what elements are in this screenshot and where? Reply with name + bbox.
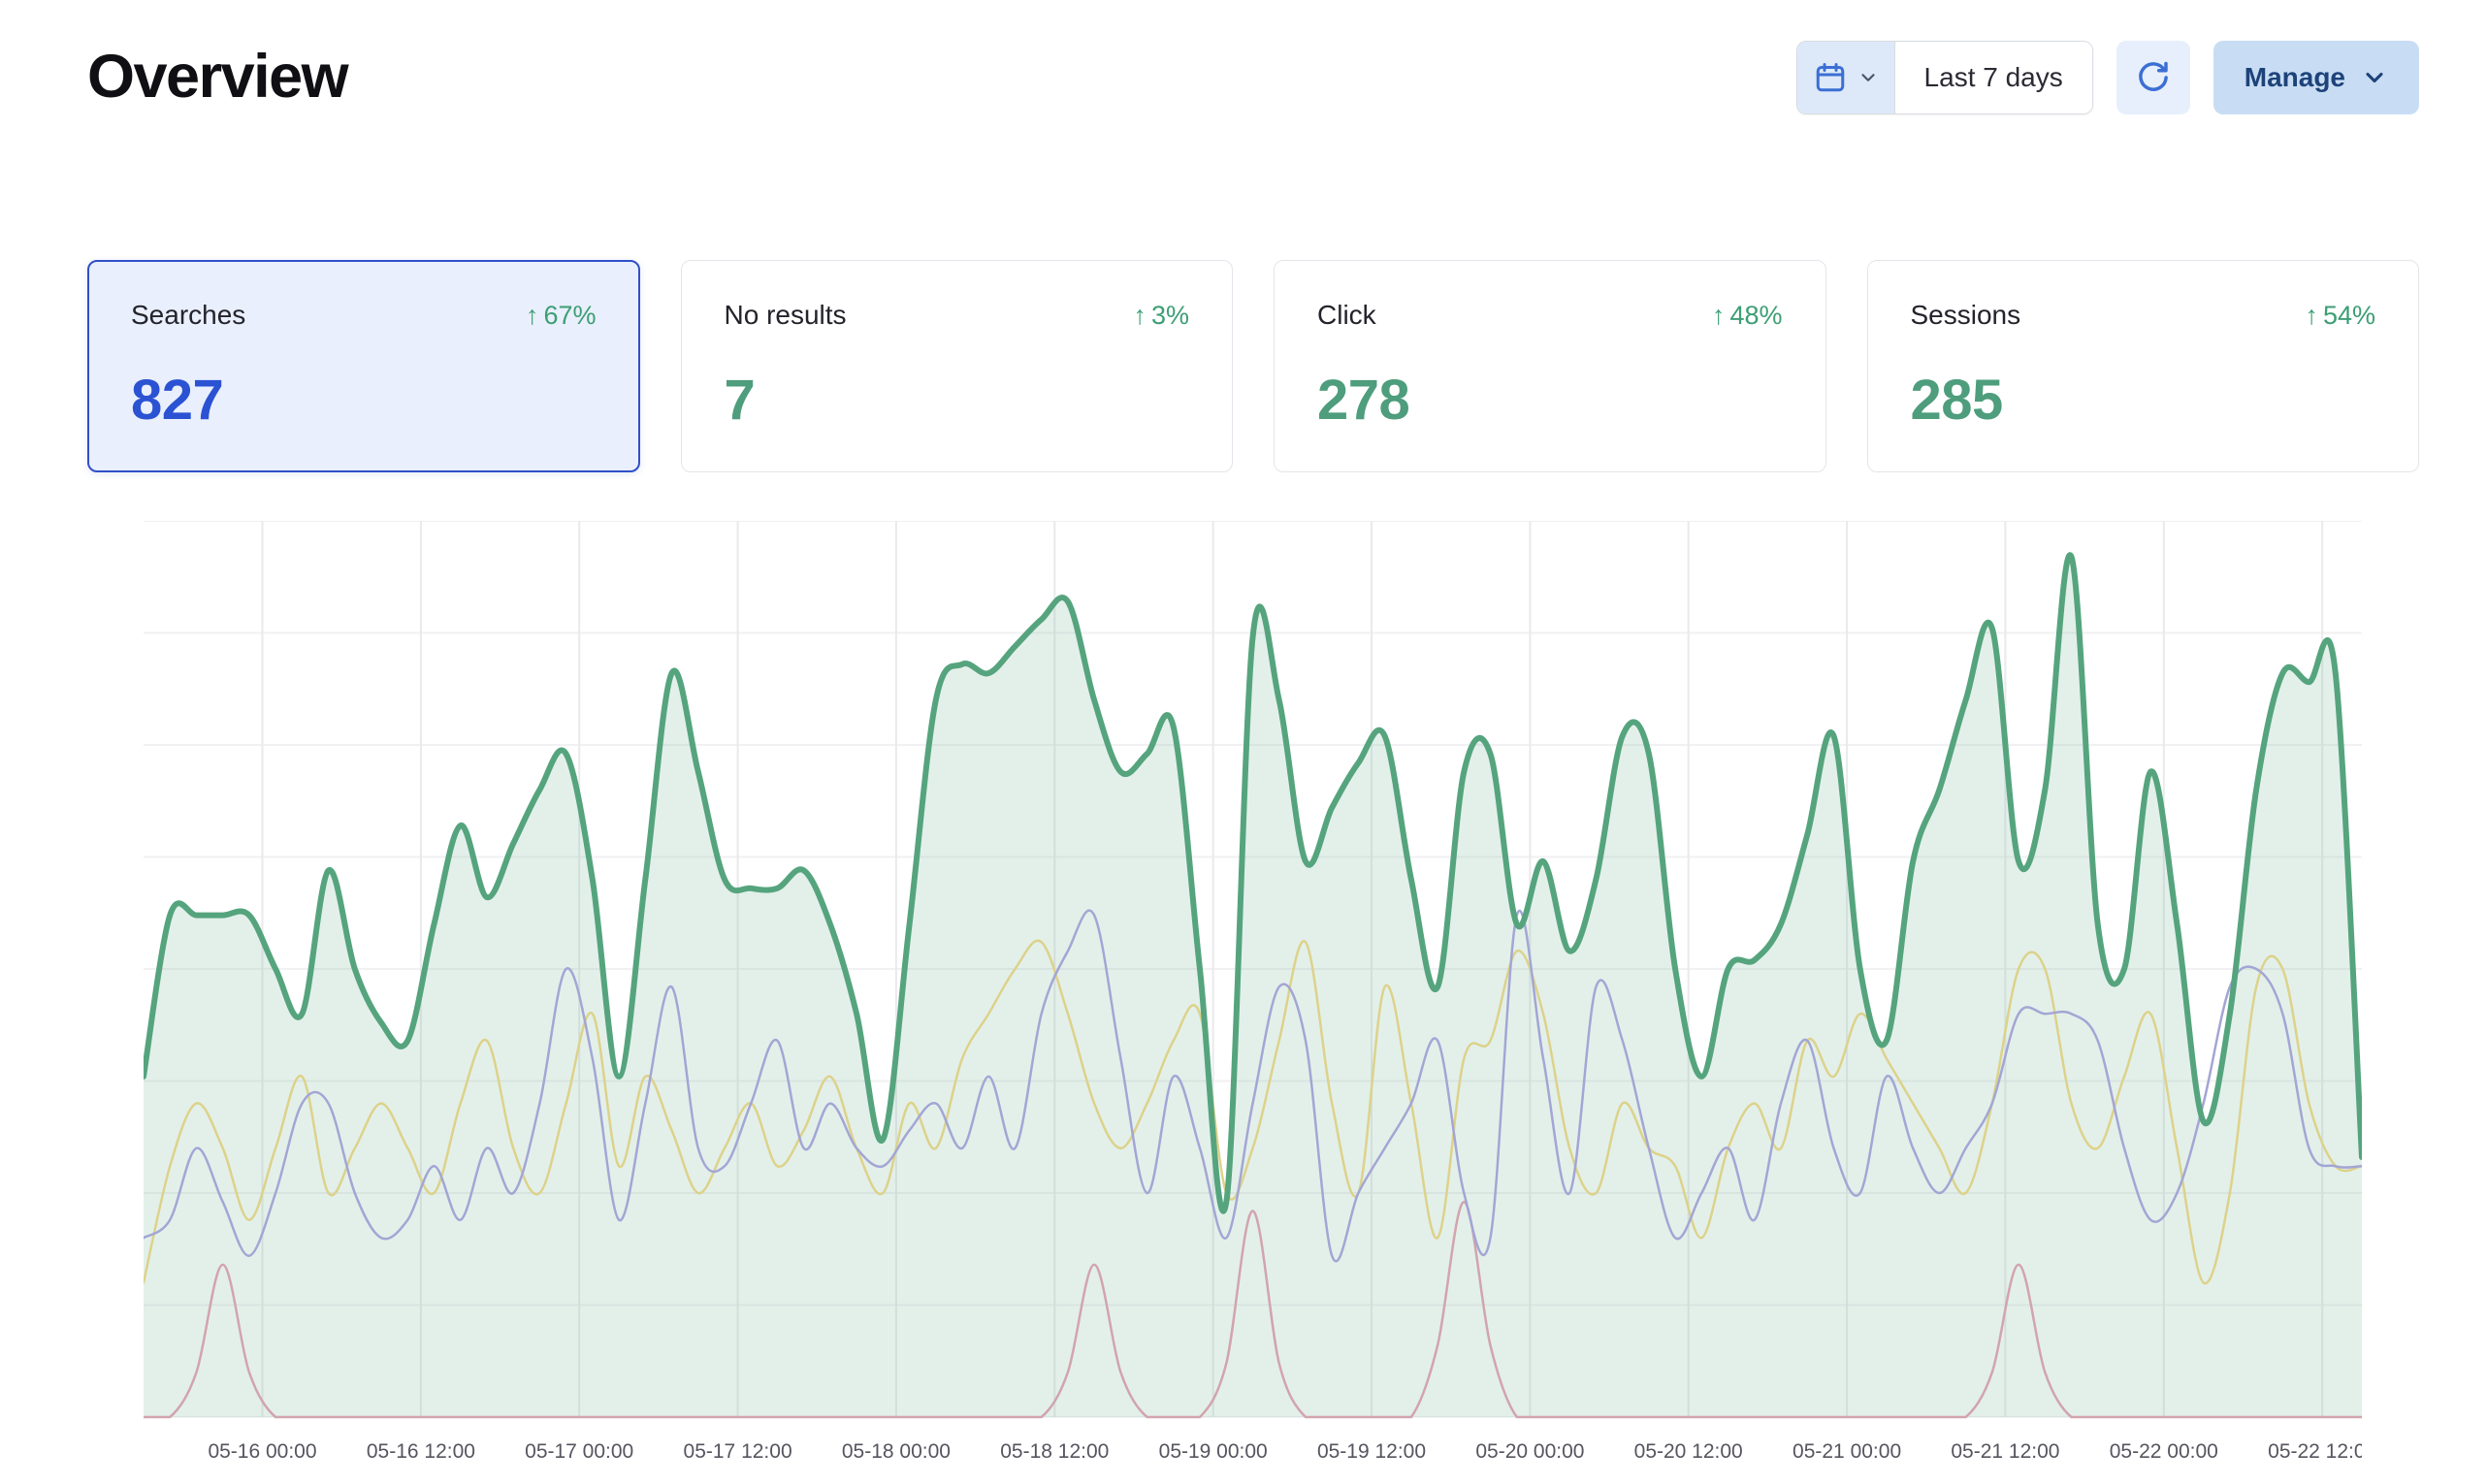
analytics-chart: 05-16 00:00 05-16 12:00 05-17 00:00 05-17 1… (144, 521, 2362, 1473)
svg-text:05-17 00:00: 05-17 00:00 (525, 1440, 633, 1463)
card-delta-value: 48% (1729, 301, 1782, 331)
card-label: No results (725, 300, 847, 331)
card-no-results[interactable]: No results ↑3% 7 (681, 260, 1234, 472)
manage-button-label: Manage (2245, 62, 2345, 93)
svg-text:05-16 00:00: 05-16 00:00 (208, 1440, 316, 1463)
svg-text:05-19 00:00: 05-19 00:00 (1159, 1440, 1268, 1463)
refresh-button[interactable] (2116, 41, 2190, 114)
calendar-button[interactable] (1797, 42, 1895, 113)
svg-text:05-21 12:00: 05-21 12:00 (1951, 1440, 2059, 1463)
manage-button[interactable]: Manage (2213, 41, 2419, 114)
date-range-picker[interactable]: Last 7 days (1796, 41, 2093, 114)
card-delta-value: 54% (2323, 301, 2375, 331)
card-click[interactable]: Click ↑48% 278 (1274, 260, 1826, 472)
card-value: 7 (725, 368, 1190, 433)
svg-text:05-21 00:00: 05-21 00:00 (1793, 1440, 1901, 1463)
card-label: Searches (131, 300, 245, 331)
card-label: Click (1317, 300, 1376, 331)
refresh-icon (2135, 59, 2172, 96)
page-title: Overview (87, 44, 347, 111)
card-delta: ↑48% (1712, 301, 1783, 331)
card-searches[interactable]: Searches ↑67% 827 (87, 260, 640, 472)
card-value: 827 (131, 368, 597, 433)
stat-cards: Searches ↑67% 827 No results ↑3% 7 Click… (87, 260, 2419, 472)
up-arrow-icon: ↑ (1133, 301, 1147, 331)
chevron-down-icon (2361, 64, 2388, 91)
svg-text:05-18 00:00: 05-18 00:00 (842, 1440, 951, 1463)
card-delta: ↑3% (1133, 301, 1189, 331)
up-arrow-icon: ↑ (1712, 301, 1726, 331)
svg-text:05-22 00:00: 05-22 00:00 (2110, 1440, 2218, 1463)
svg-text:05-20 12:00: 05-20 12:00 (1634, 1440, 1743, 1463)
svg-text:05-20 00:00: 05-20 00:00 (1475, 1440, 1584, 1463)
card-delta: ↑67% (526, 301, 597, 331)
card-delta: ↑54% (2305, 301, 2375, 331)
card-sessions[interactable]: Sessions ↑54% 285 (1867, 260, 2420, 472)
page-header: Overview Last 7 days (0, 0, 2487, 114)
svg-text:05-18 12:00: 05-18 12:00 (1000, 1440, 1109, 1463)
calendar-icon (1813, 60, 1848, 95)
card-delta-value: 67% (543, 301, 596, 331)
svg-text:05-22 12:00: 05-22 12:00 (2268, 1440, 2362, 1463)
date-range-label[interactable]: Last 7 days (1895, 42, 2092, 113)
card-delta-value: 3% (1151, 301, 1189, 331)
analytics-chart-svg: 05-16 00:00 05-16 12:00 05-17 00:00 05-17 1… (144, 521, 2362, 1473)
svg-text:05-16 12:00: 05-16 12:00 (367, 1440, 475, 1463)
up-arrow-icon: ↑ (526, 301, 539, 331)
up-arrow-icon: ↑ (2305, 301, 2318, 331)
card-label: Sessions (1911, 300, 2021, 331)
chevron-down-icon (1857, 67, 1879, 88)
svg-text:05-19 12:00: 05-19 12:00 (1317, 1440, 1426, 1463)
card-value: 285 (1911, 368, 2376, 433)
header-controls: Last 7 days Manage (1796, 41, 2419, 114)
card-value: 278 (1317, 368, 1783, 433)
svg-text:05-17 12:00: 05-17 12:00 (684, 1440, 792, 1463)
